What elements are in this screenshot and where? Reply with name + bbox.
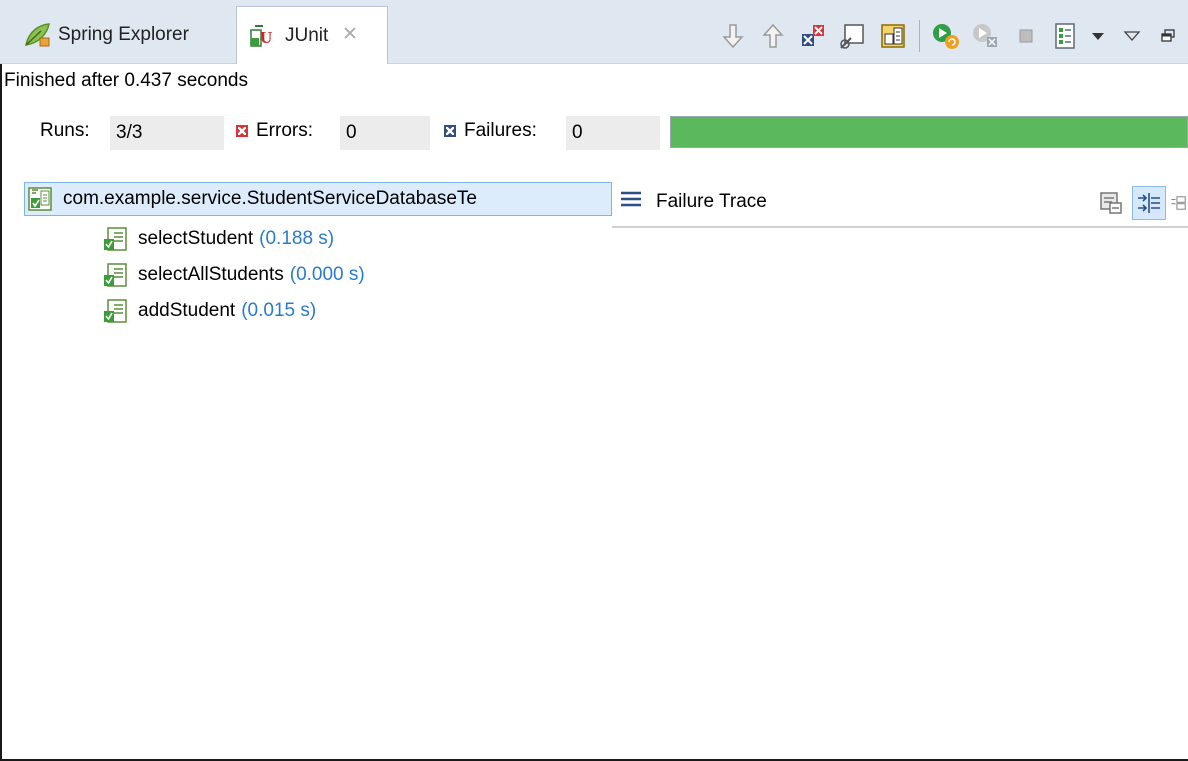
test-case-duration: (0.188 s)	[259, 228, 335, 249]
svg-text:U: U	[260, 28, 272, 47]
test-case-duration: (0.000 s)	[289, 264, 365, 285]
test-case-name: selectAllStudents	[138, 264, 284, 285]
tree-root-suite[interactable]: com.example.service.StudentServiceDataba…	[24, 182, 612, 216]
failures-label: Failures:	[464, 120, 537, 141]
errors-label: Errors:	[256, 120, 313, 141]
filter-stack-trace-icon[interactable]	[1132, 186, 1166, 220]
stack-trace-icon	[620, 190, 642, 214]
test-counters: Runs: 3/3 Errors: 0 Failures: 0	[0, 116, 1188, 150]
failure-trace-header: Failure Trace	[620, 190, 767, 214]
spring-leaf-icon	[22, 20, 52, 50]
tab-junit-label: JUnit	[285, 24, 329, 46]
failure-trace-title: Failure Trace	[656, 191, 767, 212]
view-toolbar	[713, 18, 1182, 54]
failure-icon	[444, 125, 456, 137]
errors-label-group: Errors:	[236, 120, 313, 142]
test-case-name: selectStudent	[138, 228, 254, 249]
errors-value: 0	[340, 116, 430, 150]
close-icon[interactable]	[342, 25, 358, 46]
compare-results-icon[interactable]	[1094, 186, 1128, 220]
view-tab-bar: Spring Explorer U JUnit	[0, 0, 1188, 64]
progress-bar-fill	[671, 117, 1187, 147]
test-case-row[interactable]: selectAllStudents (0.000 s)	[102, 258, 365, 292]
test-passed-icon	[102, 226, 128, 252]
test-passed-icon	[102, 262, 128, 288]
rerun-test-icon[interactable]	[926, 18, 966, 54]
scroll-lock-icon[interactable]	[833, 18, 873, 54]
junit-view	[0, 0, 1188, 761]
failure-trace-toolbar	[1094, 186, 1188, 220]
view-menu-icon[interactable]	[1110, 18, 1154, 54]
test-case-row[interactable]: addStudent (0.015 s)	[102, 294, 316, 328]
failure-trace-panel: Failure Trace	[612, 182, 1188, 228]
next-failure-icon[interactable]	[713, 18, 753, 54]
minimize-icon[interactable]	[1154, 18, 1182, 54]
tab-spring-explorer-label: Spring Explorer	[58, 24, 189, 45]
runs-value: 3/3	[110, 116, 224, 150]
test-case-name: addStudent	[138, 300, 236, 321]
previous-failure-icon[interactable]	[753, 18, 793, 54]
copy-trace-icon[interactable]	[1170, 186, 1188, 220]
rerun-failed-first-icon[interactable]	[966, 18, 1006, 54]
tree-root-label: com.example.service.StudentServiceDataba…	[63, 188, 477, 209]
tab-junit[interactable]: U JUnit	[236, 6, 388, 64]
history-dropdown-icon[interactable]	[1086, 18, 1110, 54]
test-progress-bar	[670, 116, 1188, 148]
test-case-duration: (0.015 s)	[241, 300, 317, 321]
toolbar-separator	[919, 20, 920, 52]
error-icon	[236, 125, 248, 137]
show-skipped-icon[interactable]	[873, 18, 913, 54]
show-failures-only-icon[interactable]	[793, 18, 833, 54]
failures-value: 0	[566, 116, 660, 150]
finished-status: Finished after 0.437 seconds	[4, 70, 248, 91]
test-passed-icon	[102, 298, 128, 324]
tab-spring-explorer[interactable]: Spring Explorer	[10, 6, 234, 64]
test-suite-icon	[27, 186, 53, 212]
test-run-history-icon[interactable]	[1046, 18, 1086, 54]
test-case-row[interactable]: selectStudent (0.188 s)	[102, 222, 334, 256]
failures-label-group: Failures:	[444, 120, 537, 142]
stop-icon[interactable]	[1006, 18, 1046, 54]
runs-label: Runs:	[40, 120, 90, 141]
junit-icon: U	[249, 21, 279, 51]
